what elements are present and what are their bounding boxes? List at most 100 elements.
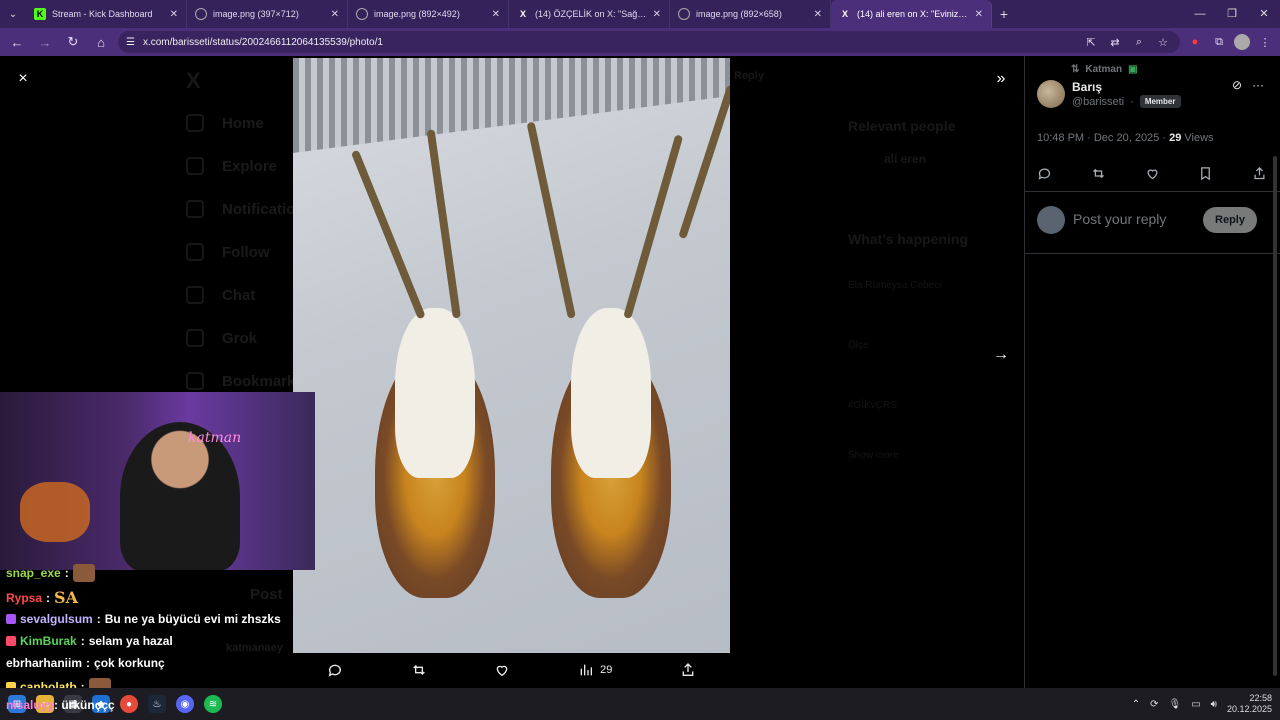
windows-taskbar: ⊞ ▭ ▦ ◆ ● ♨ ◉ ≋ nisaluyy: ürkünççç ⌃ ⟳ 🎙… bbox=[0, 688, 1280, 720]
spotify-icon[interactable]: ≋ bbox=[204, 695, 222, 713]
repost-icon[interactable] bbox=[1091, 166, 1106, 181]
divider bbox=[1025, 253, 1280, 254]
badge-icon bbox=[6, 636, 16, 646]
photo-action-bar: 29 bbox=[293, 654, 730, 686]
bg-relevant-people: Relevant people bbox=[848, 118, 956, 134]
install-app-icon[interactable]: ⇱ bbox=[1082, 36, 1100, 49]
tab-search-chevron-icon[interactable]: ⌄ bbox=[0, 0, 26, 28]
url-text: x.com/barisseti/status/20024661120641355… bbox=[142, 36, 383, 48]
volume-icon[interactable]: 🔊︎ bbox=[1211, 699, 1217, 710]
tab-close-icon[interactable]: ✕ bbox=[492, 9, 500, 20]
system-tray: ⌃ ⟳ 🎙︎ ▭ 🔊︎ 22:58 20.12.2025 bbox=[1132, 688, 1272, 720]
expand-panel-icon[interactable]: » bbox=[990, 68, 1012, 90]
chat-user: snap_exe bbox=[6, 566, 61, 580]
browser-menu-icon[interactable]: ⋮ bbox=[1256, 36, 1274, 49]
tab-close-icon[interactable]: ✕ bbox=[170, 9, 178, 20]
sync-icon[interactable]: ⟳ bbox=[1150, 699, 1158, 710]
badge-icon bbox=[6, 614, 16, 624]
chrome-icon[interactable]: ● bbox=[120, 695, 138, 713]
back-icon[interactable]: ← bbox=[6, 35, 28, 50]
reposter-name[interactable]: Katman bbox=[1085, 64, 1122, 75]
mic-icon[interactable]: 🎙︎ bbox=[1168, 699, 1181, 710]
streamer-webcam: katman bbox=[0, 392, 315, 570]
post-timestamp[interactable]: 10:48 PM · Dec 20, 2025 bbox=[1037, 132, 1159, 144]
tray-chevron-icon[interactable]: ⌃ bbox=[1132, 699, 1140, 710]
chat-user: ebrharhaniim bbox=[6, 656, 83, 670]
url-field[interactable]: ☰ x.com/barisseti/status/200246611206413… bbox=[118, 31, 1180, 53]
reply-submit-button[interactable]: Reply bbox=[1203, 207, 1257, 233]
profile-avatar[interactable] bbox=[1234, 34, 1250, 50]
chat-line: sevalgulsum: Bu ne ya büyücü evi mi zhsz… bbox=[6, 612, 281, 626]
reply-icon[interactable] bbox=[1037, 166, 1052, 181]
translate-icon[interactable]: ⇄ bbox=[1106, 36, 1124, 49]
home-icon[interactable]: ⌂ bbox=[90, 35, 112, 50]
window-controls: — ❐ ✕ bbox=[1184, 0, 1280, 28]
reply-button[interactable] bbox=[327, 662, 343, 678]
post-top-actions: ⊘ ··· bbox=[1232, 78, 1264, 92]
discord-icon[interactable]: ◉ bbox=[176, 695, 194, 713]
antler-icon bbox=[623, 134, 684, 320]
divider bbox=[1025, 191, 1280, 192]
chat-line: snap_exe: bbox=[6, 564, 95, 582]
member-badge: Member bbox=[1139, 95, 1181, 108]
grok-icon[interactable]: ⊘ bbox=[1232, 78, 1242, 92]
avatar[interactable] bbox=[1037, 80, 1065, 108]
tab-close-icon[interactable]: ✕ bbox=[814, 9, 822, 20]
close-window-icon[interactable]: ✕ bbox=[1248, 0, 1280, 28]
tab-close-icon[interactable]: ✕ bbox=[975, 9, 983, 20]
reload-icon[interactable]: ↻ bbox=[62, 34, 84, 50]
scrollbar[interactable] bbox=[1273, 156, 1277, 676]
restore-icon[interactable]: ❐ bbox=[1216, 0, 1248, 28]
steam-icon[interactable]: ♨ bbox=[148, 695, 166, 713]
more-options-icon[interactable]: ··· bbox=[1252, 78, 1264, 92]
tab-image-1[interactable]: image.png (397×712) ✕ bbox=[187, 0, 348, 28]
close-viewer-icon[interactable]: × bbox=[12, 68, 34, 90]
tab-x-ozcelik[interactable]: X (14) ÖZÇELİK on X: "Sağol abi g ✕ bbox=[509, 0, 670, 28]
user-handle[interactable]: @barisseti bbox=[1072, 96, 1124, 108]
neon-sign: katman bbox=[188, 430, 242, 446]
clock[interactable]: 22:58 20.12.2025 bbox=[1227, 693, 1272, 715]
repost-button[interactable] bbox=[411, 662, 427, 678]
extensions-icon[interactable]: ⧉ bbox=[1210, 36, 1228, 49]
like-button[interactable] bbox=[494, 662, 510, 678]
site-info-icon[interactable]: ☰ bbox=[126, 37, 135, 48]
nav-bookmarks: Bookmarks bbox=[186, 372, 304, 390]
next-photo-icon[interactable]: → bbox=[990, 344, 1012, 366]
share-button[interactable] bbox=[680, 662, 696, 678]
tab-close-icon[interactable]: ✕ bbox=[331, 9, 339, 20]
share-icon[interactable] bbox=[1252, 166, 1267, 181]
browser-tab-bar: ⌄ K Stream - Kick Dashboard ✕ image.png … bbox=[0, 0, 1280, 28]
tab-kick-dashboard[interactable]: K Stream - Kick Dashboard ✕ bbox=[26, 0, 187, 28]
globe-icon bbox=[195, 8, 207, 20]
forward-icon[interactable]: → bbox=[34, 35, 56, 50]
tab-x-ali-eren[interactable]: X (14) ali eren on X: "Evinizdeki e ✕ bbox=[831, 0, 992, 28]
antler-icon bbox=[426, 129, 461, 319]
x-icon: X bbox=[841, 9, 848, 19]
reposted-by: ⇅ Katman ▣ bbox=[1071, 64, 1138, 75]
chat-user: KimBurak bbox=[20, 634, 77, 648]
post-photo[interactable] bbox=[293, 58, 730, 653]
bg-person-name: ali eren bbox=[884, 152, 927, 166]
bg-whats-happening: What’s happening bbox=[848, 231, 969, 247]
user-display-name[interactable]: Barış bbox=[1072, 80, 1102, 94]
tab-close-icon[interactable]: ✕ bbox=[653, 9, 661, 20]
post-actions bbox=[1037, 166, 1267, 181]
bookmark-icon[interactable] bbox=[1198, 166, 1213, 181]
bookmark-star-icon[interactable]: ☆ bbox=[1154, 36, 1172, 49]
repost-icon bbox=[412, 665, 425, 675]
deer-skull-mount-right bbox=[551, 308, 671, 608]
heart-icon[interactable] bbox=[1145, 166, 1160, 181]
zoom-icon[interactable]: ⌕ bbox=[1130, 36, 1148, 49]
extension-record-icon[interactable]: ● bbox=[1186, 36, 1204, 48]
views-label: Views bbox=[1184, 132, 1214, 144]
tab-image-2[interactable]: image.png (892×492) ✕ bbox=[348, 0, 509, 28]
tab-title: image.png (892×658) bbox=[696, 9, 782, 19]
views-button[interactable]: 29 bbox=[578, 662, 612, 678]
tab-image-3[interactable]: image.png (892×658) ✕ bbox=[670, 0, 831, 28]
bg-trend-2: Ölçe bbox=[848, 340, 869, 351]
display-icon[interactable]: ▭ bbox=[1191, 699, 1200, 710]
reply-input[interactable]: Post your reply bbox=[1073, 211, 1166, 227]
minimize-icon[interactable]: — bbox=[1184, 0, 1216, 28]
new-tab-button[interactable]: + bbox=[992, 6, 1016, 22]
chat-line-overflow: nisaluyy: ürkünççç bbox=[6, 698, 115, 712]
